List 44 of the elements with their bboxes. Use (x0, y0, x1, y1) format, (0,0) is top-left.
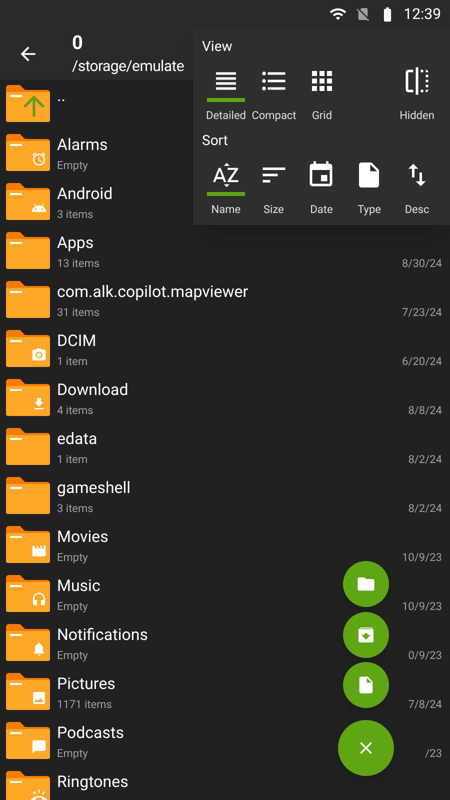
item-count: Empty (57, 648, 88, 664)
section-heading: View (202, 38, 234, 57)
item-count: 1 item (57, 452, 88, 468)
folder-name: Podcasts (57, 723, 124, 743)
item-count: 4 items (57, 403, 94, 419)
folder-name: gameshell (57, 478, 131, 498)
modified-date: 7/23/24 (402, 305, 442, 321)
folder-name: Alarms (57, 135, 108, 155)
item-count: 1 item (57, 354, 88, 370)
folder-path: /storage/emulate (72, 56, 184, 77)
clock-time: 12:39 (404, 4, 441, 25)
folder-name: edata (57, 429, 98, 449)
modified-date: /23 (425, 746, 442, 762)
folder-name: Movies (57, 527, 108, 547)
item-count: Empty (57, 599, 88, 615)
modified-date: 8/8/24 (408, 403, 442, 419)
modified-date: 10/9/23 (402, 599, 442, 615)
section-heading: Sort (202, 132, 229, 150)
item-count: 3 items (57, 501, 94, 517)
folder-name: Notifications (57, 625, 148, 645)
toolbar-title: 0 (72, 31, 84, 55)
folder-name: com.alk.copilot.mapviewer (57, 282, 248, 302)
modified-date: 6/20/24 (402, 354, 442, 370)
item-count: Empty (57, 746, 88, 762)
folder-name: Music (57, 576, 100, 596)
item-count: 3 items (57, 207, 94, 223)
modified-date: 7/8/24 (408, 697, 442, 713)
modified-date: 8/2/24 (408, 452, 442, 468)
folder-name: Download (57, 380, 128, 400)
folder-name: Pictures (57, 674, 116, 694)
modified-date: 8/2/24 (408, 501, 442, 517)
item-count: 31 items (57, 305, 100, 321)
item-count: Empty (57, 550, 88, 566)
folder-name: Android (57, 184, 113, 204)
modified-date: 0/9/23 (408, 648, 442, 664)
item-count: 13 items (57, 256, 100, 272)
folder-name: .. (57, 86, 66, 106)
modified-date: 10/9/23 (402, 550, 442, 566)
item-count: 1171 items (57, 697, 112, 713)
folder-name: Apps (57, 233, 94, 253)
item-count: Empty (57, 158, 88, 174)
modified-date: 8/30/24 (402, 256, 442, 272)
folder-name: DCIM (57, 331, 96, 351)
folder-name: Ringtones (57, 772, 128, 792)
